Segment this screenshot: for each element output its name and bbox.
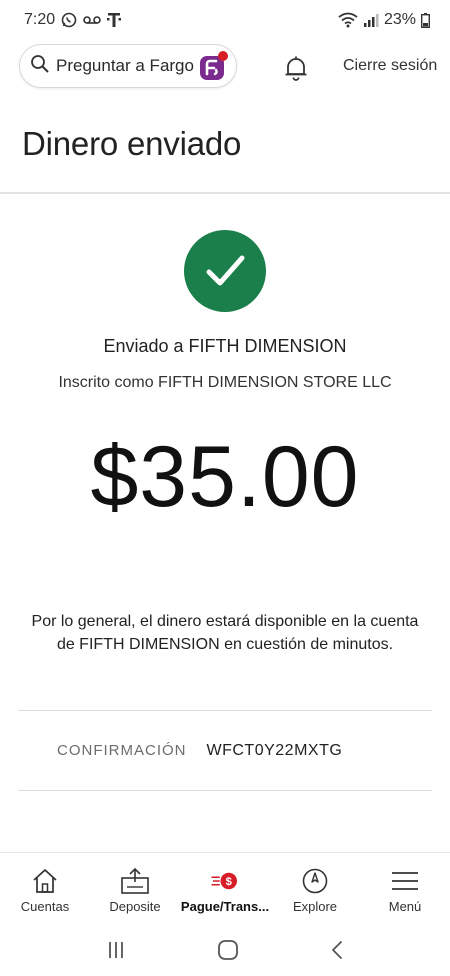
compass-icon	[300, 867, 330, 895]
page-title: Dinero enviado	[22, 125, 242, 162]
status-time: 7:20	[24, 11, 56, 28]
pay-transfer-icon: $	[210, 867, 240, 895]
nav-item-menu[interactable]: Menú	[360, 853, 450, 924]
status-left: 7:20	[24, 11, 122, 29]
signal-icon	[363, 13, 379, 27]
divider	[18, 790, 432, 791]
voicemail-icon	[83, 15, 101, 25]
nav-label: Cuentas	[20, 899, 70, 914]
nav-item-pay-transfer[interactable]: $ Pague/Trans...	[180, 853, 270, 924]
status-bar: 7:20 23%	[0, 0, 450, 40]
confirmation-label: CONFIRMACIÓN	[57, 742, 187, 759]
carrier-icon	[107, 12, 122, 28]
ask-fargo-label: Preguntar a Fargo	[56, 56, 194, 75]
nav-item-explore[interactable]: Explore	[270, 853, 360, 924]
fargo-logo-icon	[196, 50, 230, 84]
home-icon	[30, 867, 60, 895]
whatsapp-icon	[61, 12, 77, 28]
nav-label: Menú	[388, 899, 422, 914]
divider	[18, 710, 432, 711]
top-bar: Preguntar a Fargo Cierre sesión	[0, 44, 450, 90]
nav-label: Explore	[292, 899, 338, 914]
wifi-icon	[338, 12, 358, 28]
back-icon[interactable]	[330, 940, 344, 960]
divider	[0, 192, 450, 194]
registered-as-text: Inscrito como FIFTH DIMENSION STORE LLC	[58, 374, 392, 391]
nav-label: Pague/Trans...	[180, 899, 270, 914]
sent-to-text: Enviado a FIFTH DIMENSION	[103, 336, 347, 356]
confirmation-number: WFCT0Y22MXTG	[206, 742, 343, 759]
nav-item-deposit[interactable]: Deposite	[90, 853, 180, 924]
battery-icon	[421, 12, 430, 28]
confirmation-row: CONFIRMACIÓN WFCT0Y22MXTG	[57, 742, 342, 760]
nav-item-accounts[interactable]: Cuentas	[0, 853, 90, 924]
logout-link[interactable]: Cierre sesión	[343, 57, 437, 75]
home-button-icon[interactable]	[217, 939, 239, 961]
svg-text:$: $	[226, 876, 233, 888]
nav-label: Deposite	[109, 899, 161, 914]
success-check-icon	[184, 230, 266, 312]
android-nav-bar	[0, 924, 450, 976]
bottom-nav: Cuentas Deposite $ Pague/Trans... Explor…	[0, 852, 450, 924]
amount-sent: $35.00	[90, 429, 360, 525]
deposit-icon	[120, 867, 150, 895]
availability-notice: Por lo general, el dinero estará disponi…	[31, 613, 419, 653]
ask-fargo-button[interactable]: Preguntar a Fargo	[19, 44, 237, 88]
status-right: 23%	[338, 11, 430, 29]
recent-apps-icon[interactable]	[106, 940, 126, 960]
hamburger-icon	[390, 867, 420, 895]
battery-level: 23%	[383, 11, 416, 28]
notifications-bell-icon[interactable]	[282, 54, 310, 82]
search-icon	[30, 54, 50, 79]
